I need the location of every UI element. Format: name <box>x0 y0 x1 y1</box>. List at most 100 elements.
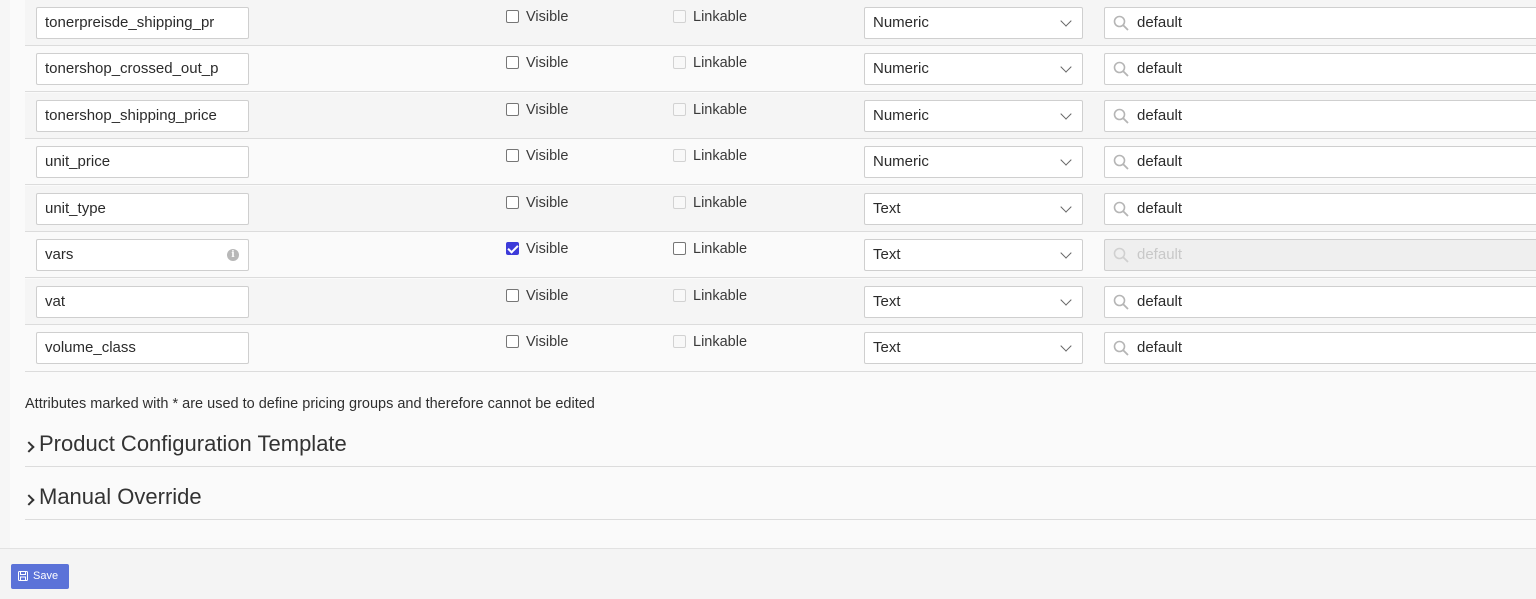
floppy-disk-icon <box>18 571 28 581</box>
visible-checkbox[interactable] <box>506 56 519 69</box>
visible-label: Visible <box>526 55 569 71</box>
default-value-text: default <box>1137 246 1183 263</box>
linkable-label: Linkable <box>693 9 748 25</box>
linkable-checkbox <box>673 196 686 209</box>
search-icon <box>1113 247 1129 263</box>
default-value-search[interactable]: default <box>1104 7 1536 39</box>
type-select[interactable]: Numeric <box>864 7 1083 39</box>
attribute-name-value: unit_price <box>45 153 111 170</box>
attribute-name-field[interactable]: vars i <box>36 239 249 271</box>
linkable-checkbox[interactable] <box>673 242 686 255</box>
attribute-name-field[interactable]: vat <box>36 286 249 318</box>
default-value-search[interactable]: default <box>1104 332 1536 364</box>
type-select-value: Numeric <box>873 60 929 77</box>
linkable-checkbox <box>673 56 686 69</box>
visible-label: Visible <box>526 288 569 304</box>
search-icon <box>1113 154 1129 170</box>
attribute-name-value: tonershop_shipping_price <box>45 107 217 124</box>
chevron-down-icon <box>1060 294 1072 306</box>
default-value-search[interactable]: default <box>1104 100 1536 132</box>
default-value-search[interactable]: default <box>1104 286 1536 318</box>
type-select[interactable]: Numeric <box>864 53 1083 85</box>
visible-label: Visible <box>526 195 569 211</box>
linkable-label: Linkable <box>693 195 748 211</box>
footer-bar: Save <box>0 548 1536 599</box>
search-icon <box>1113 340 1129 356</box>
type-select-value: Numeric <box>873 153 929 170</box>
save-button-label: Save <box>33 570 59 582</box>
visible-checkbox[interactable] <box>506 149 519 162</box>
visible-label: Visible <box>526 102 569 118</box>
linkable-checkbox <box>673 10 686 23</box>
chevron-right-icon <box>23 494 35 506</box>
type-select-value: Text <box>873 200 901 217</box>
table-row: volume_class Visible Linkable Text default <box>25 325 1536 372</box>
attribute-name-field[interactable]: unit_price <box>36 146 249 178</box>
section-title: Product Configuration Template <box>39 431 347 456</box>
type-select-value: Text <box>873 246 901 263</box>
attribute-name-value: unit_type <box>45 200 106 217</box>
type-select-value: Numeric <box>873 107 929 124</box>
chevron-right-icon <box>23 441 35 453</box>
type-select[interactable]: Text <box>864 193 1083 225</box>
visible-checkbox[interactable] <box>506 242 519 255</box>
section-product-configuration-template[interactable]: Product Configuration Template <box>23 427 1536 467</box>
default-value-search[interactable]: default <box>1104 53 1536 85</box>
table-row: vat Visible Linkable Text default <box>25 279 1536 325</box>
attribute-name-value: vars <box>45 246 74 263</box>
attribute-name-value: vat <box>45 293 66 310</box>
attribute-name-value: tonershop_crossed_out_p <box>45 60 219 77</box>
attribute-name-field[interactable]: tonershop_crossed_out_p <box>36 53 249 85</box>
type-select[interactable]: Text <box>864 239 1083 271</box>
default-value-search: default <box>1104 239 1536 271</box>
type-select-value: Numeric <box>873 14 929 31</box>
search-icon <box>1113 61 1129 77</box>
table-row: tonerpreisde_shipping_pr Visible Linkable N… <box>25 0 1536 46</box>
visible-checkbox[interactable] <box>506 10 519 23</box>
visible-checkbox[interactable] <box>506 289 519 302</box>
type-select-value: Text <box>873 339 901 356</box>
attribute-name-field[interactable]: unit_type <box>36 193 249 225</box>
search-icon <box>1113 15 1129 31</box>
linkable-label: Linkable <box>693 241 748 257</box>
type-select-value: Text <box>873 293 901 310</box>
save-button[interactable]: Save <box>11 564 69 589</box>
section-manual-override[interactable]: Manual Override <box>23 480 1536 520</box>
visible-label: Visible <box>526 334 569 350</box>
info-icon[interactable]: i <box>227 249 239 261</box>
type-select[interactable]: Numeric <box>864 100 1083 132</box>
linkable-label: Linkable <box>693 148 748 164</box>
attribute-name-value: volume_class <box>45 339 136 356</box>
chevron-down-icon <box>1060 340 1072 352</box>
linkable-checkbox <box>673 335 686 348</box>
table-row: vars i Visible Linkable Text default <box>25 232 1536 278</box>
attribute-name-field[interactable]: tonerpreisde_shipping_pr <box>36 7 249 39</box>
visible-checkbox[interactable] <box>506 103 519 116</box>
linkable-checkbox <box>673 103 686 116</box>
attribute-name-value: tonerpreisde_shipping_pr <box>45 14 215 31</box>
linkable-label: Linkable <box>693 334 748 350</box>
default-value-search[interactable]: default <box>1104 193 1536 225</box>
visible-checkbox[interactable] <box>506 335 519 348</box>
default-value-text: default <box>1137 293 1183 310</box>
linkable-checkbox <box>673 149 686 162</box>
type-select[interactable]: Numeric <box>864 146 1083 178</box>
attribute-name-field[interactable]: tonershop_shipping_price <box>36 100 249 132</box>
table-row: tonershop_shipping_price Visible Linkable N… <box>25 93 1536 139</box>
search-icon <box>1113 201 1129 217</box>
type-select[interactable]: Text <box>864 332 1083 364</box>
table-row: tonershop_crossed_out_p Visible Linkable Nu… <box>25 46 1536 92</box>
chevron-down-icon <box>1060 61 1072 73</box>
chevron-down-icon <box>1060 108 1072 120</box>
visible-checkbox[interactable] <box>506 196 519 209</box>
default-value-search[interactable]: default <box>1104 146 1536 178</box>
type-select[interactable]: Text <box>864 286 1083 318</box>
table-row: unit_type Visible Linkable Text default <box>25 186 1536 232</box>
default-value-text: default <box>1137 200 1183 217</box>
attribute-name-field[interactable]: volume_class <box>36 332 249 364</box>
visible-label: Visible <box>526 241 569 257</box>
content-area: tonerpreisde_shipping_pr Visible Linkable N… <box>10 0 1536 548</box>
linkable-label: Linkable <box>693 102 748 118</box>
pricing-groups-note: Attributes marked with * are used to def… <box>25 396 595 412</box>
table-row: unit_price Visible Linkable Numeric default <box>25 139 1536 185</box>
